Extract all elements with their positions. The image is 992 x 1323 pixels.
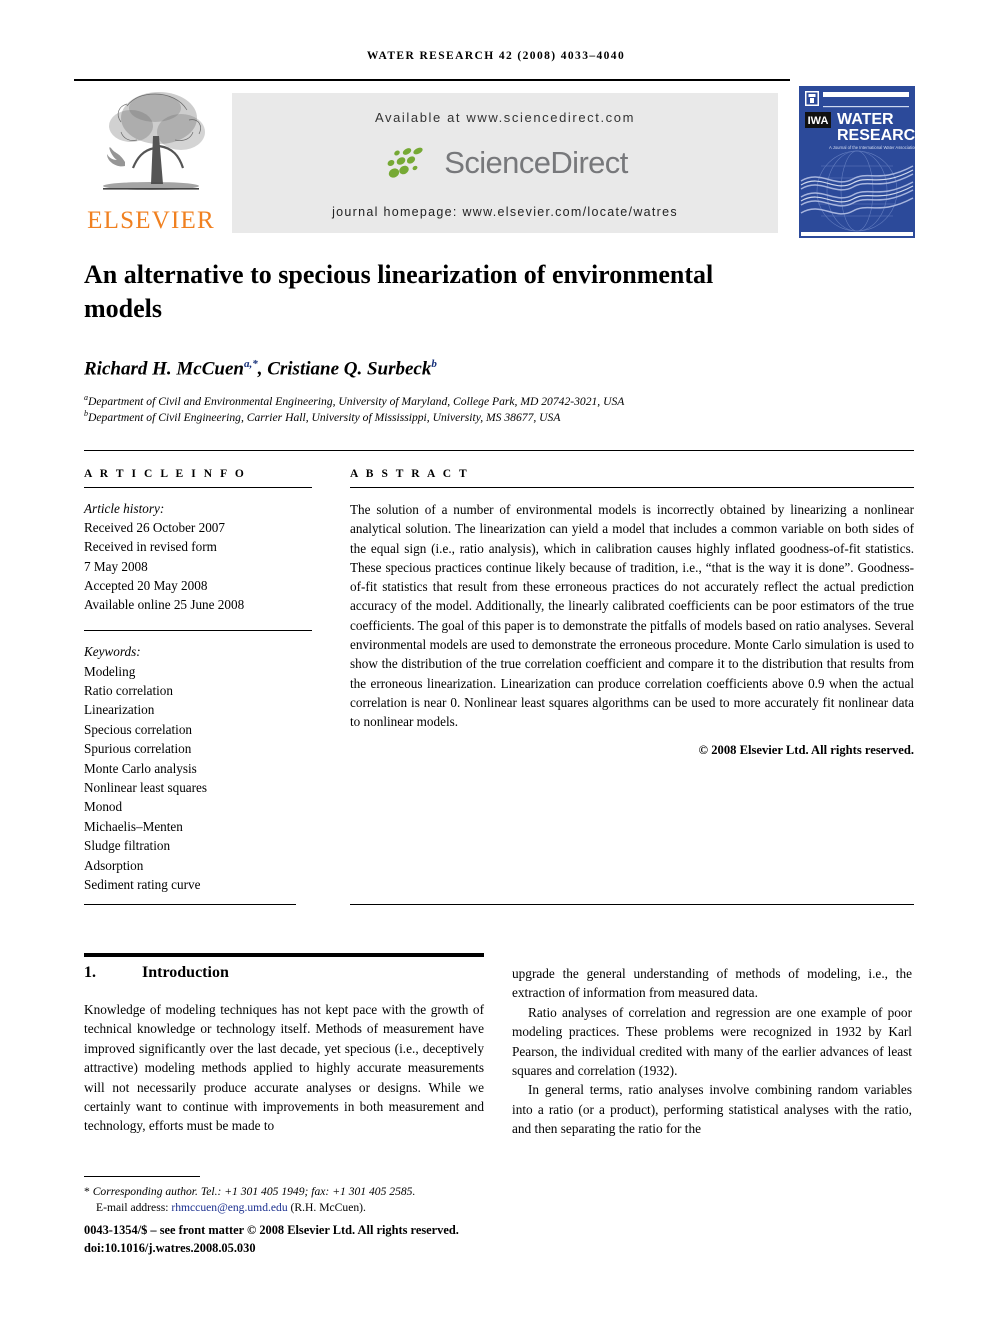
keyword-item: Monod <box>84 799 123 815</box>
body-paragraph: Ratio analyses of correlation and regres… <box>512 1004 912 1079</box>
body-column-right: upgrade the general understanding of met… <box>512 964 912 1139</box>
abstract-copyright: © 2008 Elsevier Ltd. All rights reserved… <box>698 742 914 757</box>
affiliation-b-text: Department of Civil Engineering, Carrier… <box>88 410 561 424</box>
history-item: Accepted 20 May 2008 <box>84 577 208 593</box>
article-info-column: A R T I C L E I N F O Article history: R… <box>84 468 312 895</box>
sciencedirect-logo: ScienceDirect <box>232 143 778 183</box>
section-number: 1. <box>84 964 96 981</box>
article-history-list: Article history: Received 26 October 200… <box>84 499 312 614</box>
keyword-item: Spurious correlation <box>84 741 192 757</box>
history-item: Received in revised form <box>84 539 217 555</box>
info-block-bottom-rule-left <box>84 904 296 905</box>
body-paragraph: Knowledge of modeling techniques has not… <box>84 1002 484 1134</box>
body-paragraph: In general terms, ratio analyses involve… <box>512 1082 912 1137</box>
footnote-rule <box>84 1176 200 1177</box>
sciencedirect-wordmark: ScienceDirect <box>444 145 628 180</box>
author-list: Richard H. McCuena,*, Cristiane Q. Surbe… <box>84 358 437 380</box>
keyword-item: Sediment rating curve <box>84 877 201 893</box>
corresponding-author-text: Corresponding author. Tel.: +1 301 405 1… <box>92 1185 416 1198</box>
section-title-text: Introduction <box>142 964 229 981</box>
journal-cover-image: IWA WATER RESEARCH A Journal of the Inte… <box>798 85 916 239</box>
keywords-label: Keywords: <box>84 644 141 660</box>
elsevier-logo: ELSEVIER <box>76 88 226 236</box>
keyword-item: Linearization <box>84 702 155 718</box>
article-info-rule <box>84 487 312 488</box>
sciencedirect-leaf-icon <box>387 147 423 178</box>
info-block-top-rule <box>84 450 914 451</box>
article-info-heading: A R T I C L E I N F O <box>84 468 247 480</box>
corresponding-author-marker: * <box>84 1185 90 1198</box>
issn-front-matter: 0043-1354/$ – see front matter © 2008 El… <box>84 1223 459 1237</box>
elsevier-wordmark: ELSEVIER <box>87 207 215 234</box>
journal-article-page: WATER RESEARCH 42 (2008) 4033–4040 ELSEV… <box>0 0 992 1323</box>
email-note: E-mail address: rhmccuen@eng.umd.edu (R.… <box>84 1200 504 1216</box>
email-link[interactable]: rhmccuen@eng.umd.edu <box>171 1201 287 1214</box>
article-title: An alternative to specious linearization… <box>84 260 714 323</box>
masthead-divider <box>74 79 790 81</box>
svg-text:WATER: WATER <box>837 111 894 128</box>
available-at-text: Available at www.sciencedirect.com <box>374 110 636 125</box>
abstract-text: The solution of a number of environmenta… <box>350 502 914 730</box>
keywords-list: Keywords: Modeling Ratio correlation Lin… <box>84 642 312 894</box>
svg-text:IWA: IWA <box>808 115 829 127</box>
footnote-block: * Corresponding author. Tel.: +1 301 405… <box>84 1184 504 1217</box>
keyword-item: Modeling <box>84 663 136 679</box>
corresponding-author-note: * Corresponding author. Tel.: +1 301 405… <box>84 1184 504 1200</box>
history-item: 7 May 2008 <box>84 558 148 574</box>
section-heading-introduction: 1. Introduction <box>84 964 229 982</box>
keywords-block: Keywords: Modeling Ratio correlation Lin… <box>84 630 312 894</box>
affiliation-b: bDepartment of Civil Engineering, Carrie… <box>84 409 561 424</box>
keyword-item: Nonlinear least squares <box>84 780 208 796</box>
history-item: Received 26 October 2007 <box>84 520 225 536</box>
email-owner: (R.H. McCuen). <box>290 1201 366 1215</box>
sciencedirect-banner: Available at www.sciencedirect.com Scien… <box>232 93 778 233</box>
abstract-column: A B S T R A C T The solution of a number… <box>350 468 914 758</box>
keyword-item: Michaelis–Menten <box>84 818 183 834</box>
abstract-rule <box>350 487 914 488</box>
running-head: WATER RESEARCH 42 (2008) 4033–4040 <box>366 50 626 62</box>
section-top-rule <box>84 953 484 957</box>
journal-homepage-text: journal homepage: www.elsevier.com/locat… <box>332 205 678 219</box>
keyword-item: Specious correlation <box>84 721 193 737</box>
keyword-item: Monte Carlo analysis <box>84 760 197 776</box>
svg-text:RESEARCH: RESEARCH <box>837 127 915 144</box>
body-column-left: Knowledge of modeling techniques has not… <box>84 1000 484 1136</box>
water-research-cover-art: IWA WATER RESEARCH A Journal of the Inte… <box>799 86 915 238</box>
history-item: Available online 25 June 2008 <box>84 597 245 613</box>
keyword-item: Ratio correlation <box>84 683 173 699</box>
info-block-bottom-rule-right <box>350 904 914 905</box>
email-label: E-mail address: <box>96 1201 169 1215</box>
keyword-item: Adsorption <box>84 857 144 873</box>
body-paragraph: upgrade the general understanding of met… <box>512 966 912 1001</box>
article-history-label: Article history: <box>84 501 165 516</box>
keywords-rule <box>84 630 312 632</box>
abstract-heading: A B S T R A C T <box>350 468 470 480</box>
keyword-item: Sludge filtration <box>84 838 171 854</box>
elsevier-tree-icon <box>103 92 205 190</box>
svg-text:A Journal of the International: A Journal of the International Water Ass… <box>829 145 915 150</box>
imprint-block: 0043-1354/$ – see front matter © 2008 El… <box>84 1222 564 1257</box>
doi-line: doi:10.1016/j.watres.2008.05.030 <box>84 1240 256 1255</box>
